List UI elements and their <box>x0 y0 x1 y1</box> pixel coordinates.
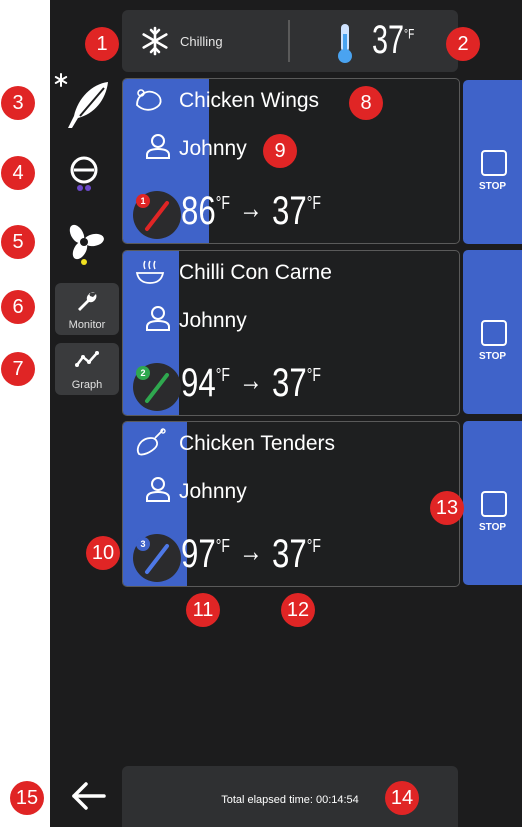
current-temp: 86 <box>181 189 216 233</box>
chili-bowl-icon <box>135 260 165 284</box>
annotation-marker: 6 <box>1 290 35 324</box>
annotation-marker: 5 <box>1 225 35 259</box>
probe-card-3[interactable]: Chicken Tenders Johnny 3 97°F → 37°F <box>122 421 460 587</box>
stop-label: STOP <box>478 181 507 192</box>
annotation-marker: 13 <box>430 491 464 525</box>
status-header: Chilling 37°F <box>122 10 458 72</box>
probe-indicator: 3 <box>133 534 181 582</box>
monitor-button[interactable]: Monitor <box>55 283 119 335</box>
target-temp: 37 <box>272 532 307 576</box>
target-temp-value: 37 <box>372 18 405 62</box>
current-temp: 97 <box>181 532 216 576</box>
annotation-marker: 15 <box>10 781 44 815</box>
monitor-label: Monitor <box>68 319 106 331</box>
temperature-readout: 94°F → 37°F <box>181 361 321 406</box>
wrench-icon <box>78 292 97 311</box>
annotation-marker: 7 <box>1 352 35 386</box>
arrow-icon: → <box>239 535 263 569</box>
temp-unit: °F <box>404 25 415 42</box>
target-temp: 37 <box>272 189 307 233</box>
stop-label: STOP <box>478 522 507 533</box>
feather-snowflake-icon[interactable] <box>52 70 116 134</box>
annotation-marker: 4 <box>1 156 35 190</box>
stop-button-3[interactable]: STOP <box>463 421 522 585</box>
thermometer-icon <box>338 24 352 63</box>
stop-icon <box>481 320 507 346</box>
probe-card-2[interactable]: Chilli Con Carne Johnny 2 94°F → 37°F <box>122 250 460 416</box>
food-name: Chilli Con Carne <box>179 261 332 284</box>
chicken-wing-icon <box>136 89 162 111</box>
target-temp-unit: °F <box>306 536 321 556</box>
target-temp-unit: °F <box>306 365 321 385</box>
compressor-icon[interactable] <box>62 150 106 194</box>
arrow-icon: → <box>239 192 263 226</box>
annotation-marker: 3 <box>1 86 35 120</box>
annotation-marker: 8 <box>349 86 383 120</box>
target-temp: 37 <box>272 361 307 405</box>
annotation-marker: 11 <box>186 593 220 627</box>
annotation-marker: 9 <box>263 134 297 168</box>
probe-number: 2 <box>136 366 150 380</box>
current-temp-unit: °F <box>215 193 230 213</box>
graph-button[interactable]: Graph <box>55 343 119 395</box>
stop-button-1[interactable]: STOP <box>463 80 522 244</box>
mode-label: Chilling <box>180 34 223 49</box>
user-name: Johnny <box>179 309 247 332</box>
stop-icon <box>481 150 507 176</box>
current-temp-unit: °F <box>215 365 230 385</box>
annotation-marker: 2 <box>446 27 480 61</box>
user-icon <box>146 477 170 502</box>
probe-indicator: 1 <box>133 191 181 239</box>
snowflake-icon <box>142 26 168 56</box>
target-temperature: 37°F <box>372 18 414 63</box>
graph-icon <box>75 351 99 367</box>
temperature-readout: 97°F → 37°F <box>181 532 321 577</box>
user-icon <box>146 306 170 331</box>
divider <box>288 20 290 62</box>
annotation-marker: 10 <box>86 536 120 570</box>
stop-label: STOP <box>478 351 507 362</box>
annotation-marker: 14 <box>385 781 419 815</box>
current-temp-unit: °F <box>215 536 230 556</box>
stop-icon <box>481 491 507 517</box>
probe-indicator: 2 <box>133 363 181 411</box>
back-arrow-icon[interactable] <box>68 778 108 814</box>
temperature-readout: 86°F → 37°F <box>181 189 321 234</box>
current-temp: 94 <box>181 361 216 405</box>
user-name: Johnny <box>179 137 247 160</box>
probe-number: 3 <box>136 537 150 551</box>
probe-number: 1 <box>136 194 150 208</box>
user-name: Johnny <box>179 480 247 503</box>
food-name: Chicken Tenders <box>179 432 336 455</box>
fan-icon[interactable] <box>64 222 104 266</box>
stop-button-2[interactable]: STOP <box>463 250 522 414</box>
food-name: Chicken Wings <box>179 89 320 112</box>
drumstick-icon <box>136 428 166 456</box>
annotation-marker: 12 <box>281 593 315 627</box>
arrow-icon: → <box>239 364 263 398</box>
target-temp-unit: °F <box>306 193 321 213</box>
user-icon <box>146 134 170 159</box>
annotation-marker: 1 <box>85 27 119 61</box>
graph-label: Graph <box>71 379 103 391</box>
